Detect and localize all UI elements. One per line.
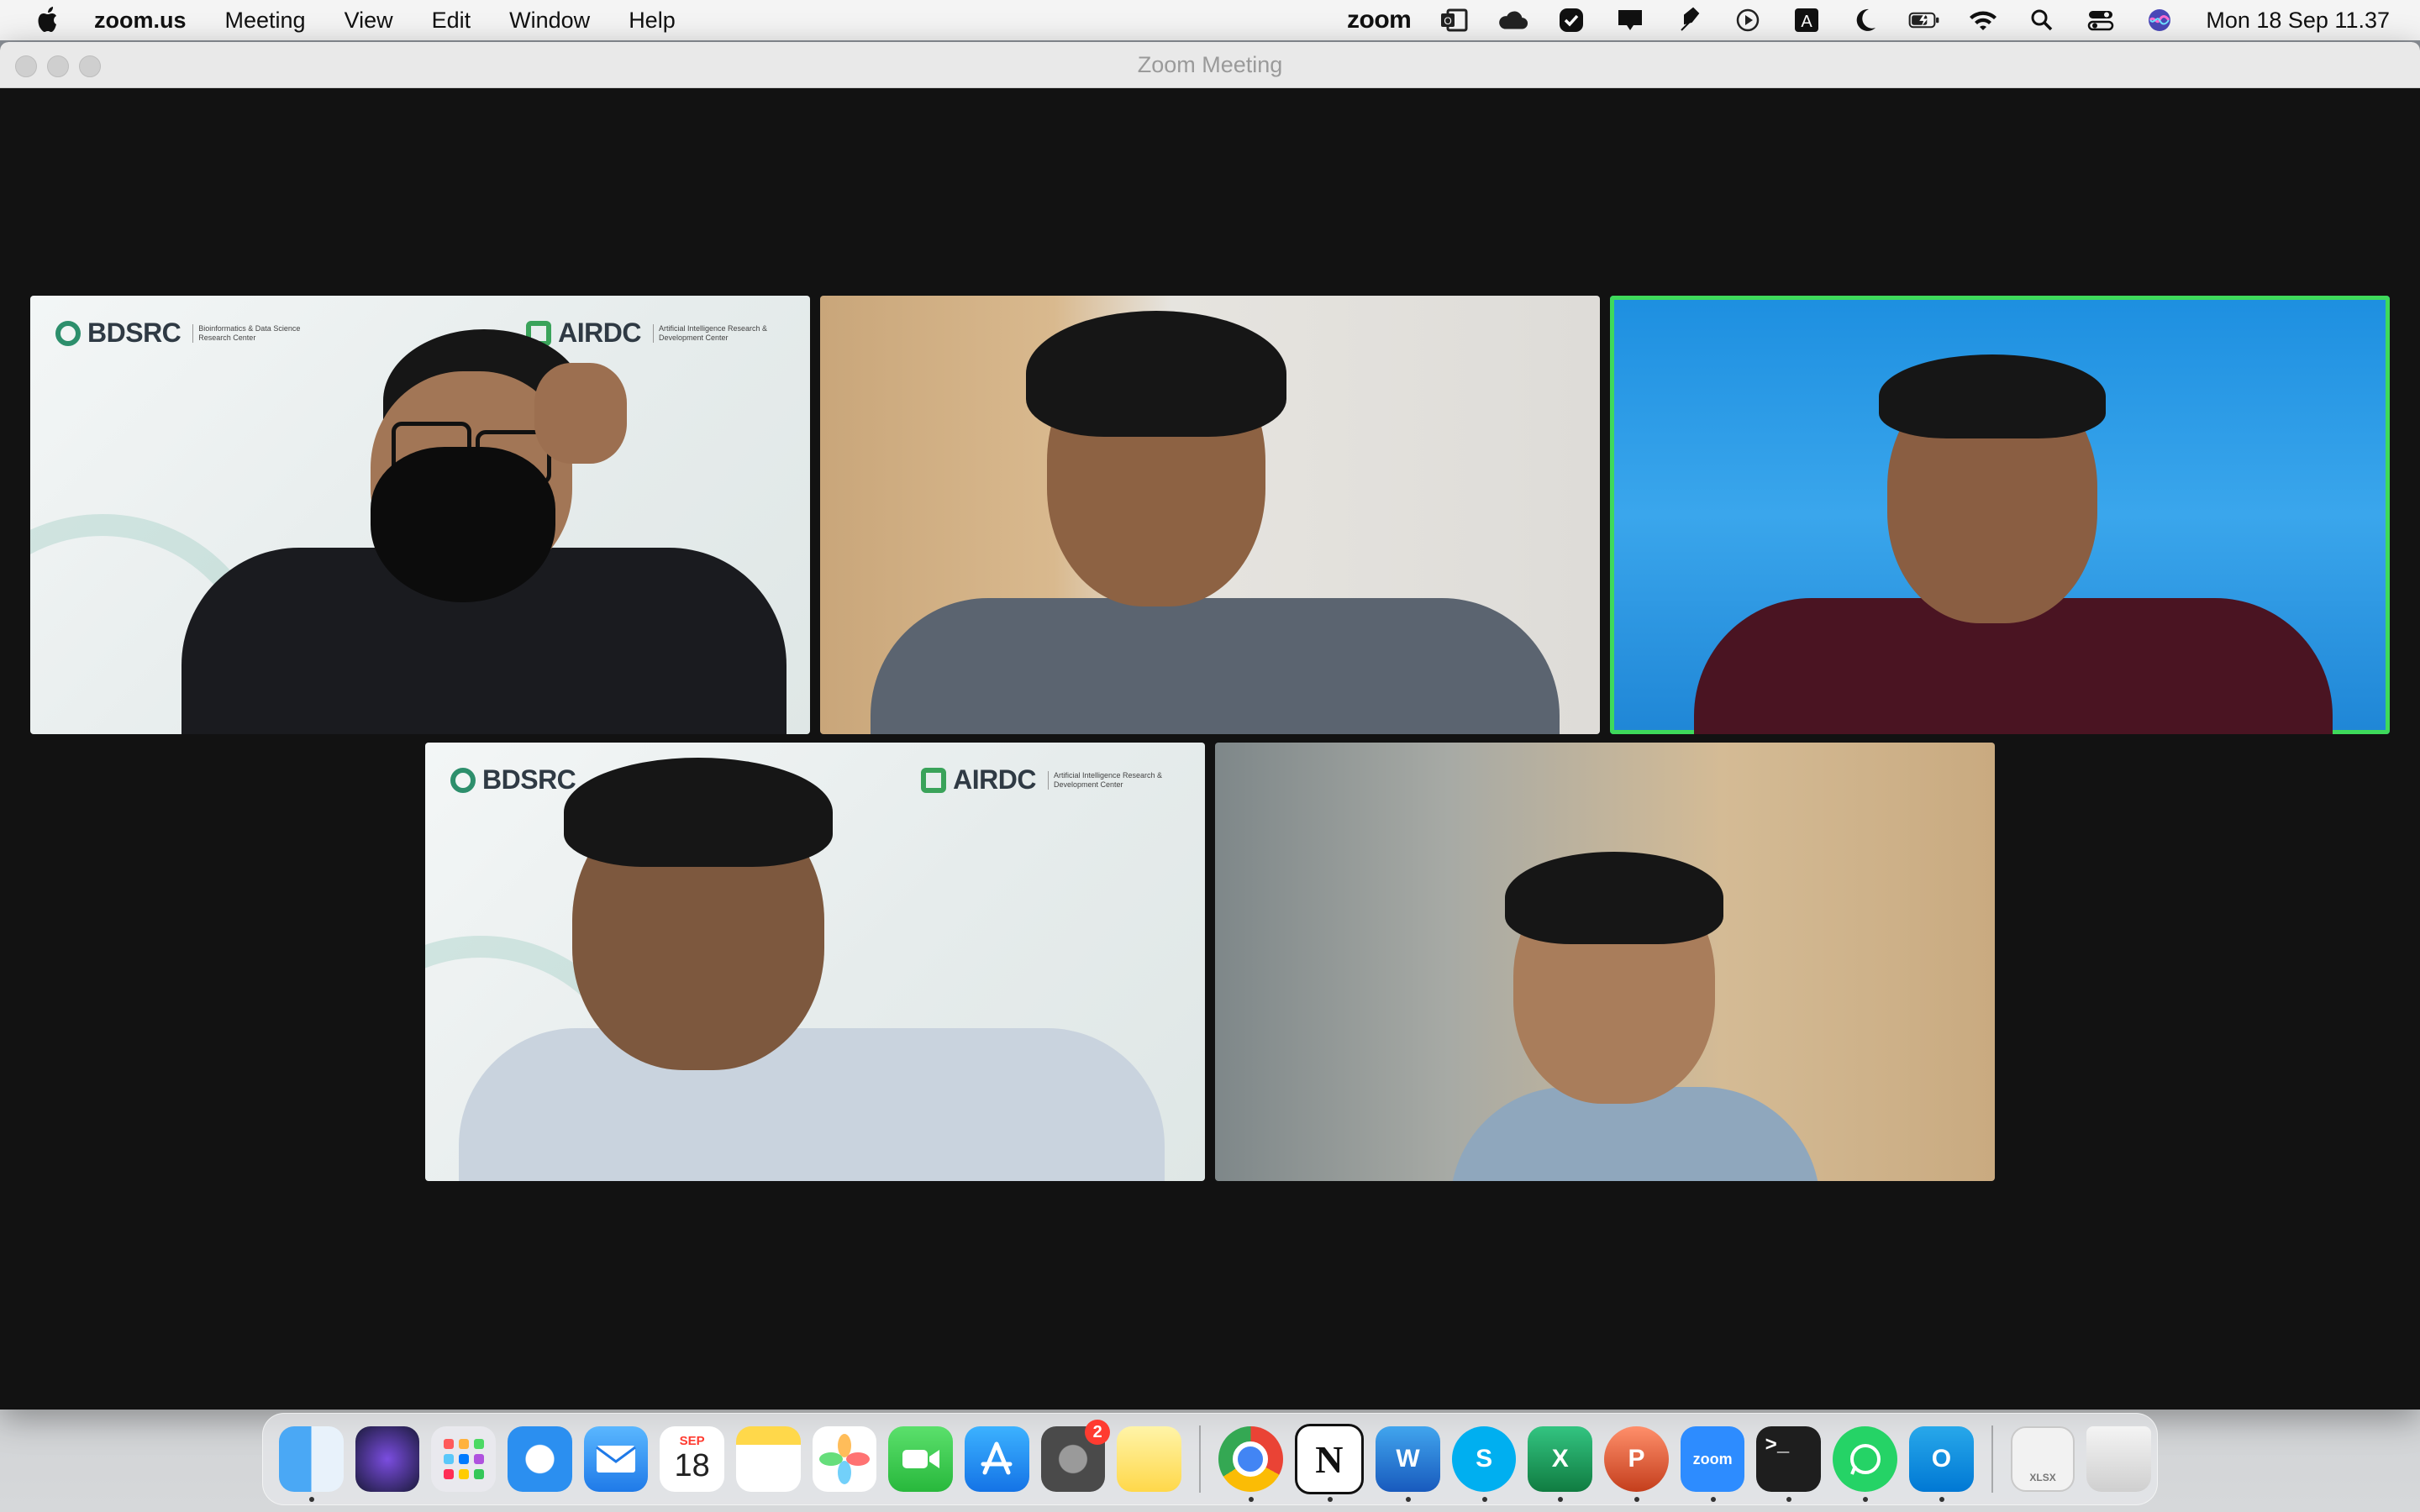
stickies-icon[interactable] (1117, 1426, 1181, 1492)
play-circle-icon[interactable] (1732, 6, 1764, 34)
mail-icon[interactable] (583, 1426, 649, 1492)
menu-bar: zoom.us Meeting View Edit Window Help zo… (0, 0, 2420, 40)
menu-help[interactable]: Help (629, 8, 676, 34)
moon-icon[interactable] (1849, 6, 1881, 34)
menu-view[interactable]: View (345, 8, 393, 34)
system-preferences-icon[interactable]: 2 (1040, 1420, 1111, 1492)
safari-icon[interactable] (507, 1426, 572, 1492)
zoom-app-icon[interactable]: zoom (1680, 1426, 1745, 1502)
zoom-status-item[interactable]: zoom (1347, 6, 1412, 34)
dock: SEP 18 2 N W S X P zoom >_ O XLSX (262, 1413, 2158, 1505)
notification-bell-icon[interactable] (1614, 6, 1646, 34)
checkmark-badge-icon[interactable] (1555, 6, 1587, 34)
notes-icon[interactable] (735, 1426, 801, 1492)
video-tile-participant-2[interactable] (820, 296, 1600, 734)
bdsrc-logo-icon (450, 767, 476, 793)
zoom-meeting-window: Zoom Meeting BDSRC Bioinformatics & Data… (0, 42, 2420, 1410)
cloud-icon[interactable] (1497, 6, 1528, 34)
powerpoint-icon[interactable]: P (1604, 1426, 1669, 1502)
menu-meeting[interactable]: Meeting (225, 8, 306, 34)
finder-icon[interactable] (279, 1426, 344, 1502)
xlsx-file-stack-icon[interactable]: XLSX (2010, 1426, 2075, 1492)
facetime-icon[interactable] (888, 1426, 953, 1492)
siri-icon[interactable] (2144, 6, 2175, 34)
feather-icon[interactable] (1673, 6, 1705, 34)
word-icon[interactable]: W (1376, 1426, 1440, 1502)
battery-icon[interactable] (1908, 6, 1940, 34)
input-source-icon[interactable]: A (1791, 6, 1823, 34)
gallery-view: BDSRC Bioinformatics & Data Science Rese… (0, 89, 2420, 1410)
app-store-icon[interactable] (964, 1426, 1029, 1492)
svg-text:O: O (1444, 15, 1452, 27)
siri-app-icon[interactable] (355, 1426, 420, 1492)
airdc-logo-icon (921, 767, 947, 793)
dock-separator (1991, 1425, 1993, 1493)
calendar-icon[interactable]: SEP 18 (660, 1426, 724, 1492)
apple-icon[interactable] (34, 5, 60, 35)
whatsapp-icon[interactable] (1833, 1426, 1898, 1502)
virtual-background-logos: BDSRC Bioinformatics & Data Science Rese… (55, 318, 785, 349)
excel-icon[interactable]: X (1528, 1426, 1593, 1502)
video-tile-participant-5[interactable] (1215, 743, 1995, 1181)
dock-separator (1198, 1425, 1201, 1493)
notion-icon[interactable]: N (1294, 1424, 1365, 1502)
video-tile-participant-1[interactable]: BDSRC Bioinformatics & Data Science Rese… (30, 296, 810, 734)
airdc-logo: AIRDC Artificial Intelligence Research &… (921, 764, 1180, 795)
window-title: Zoom Meeting (1137, 52, 1283, 77)
video-tile-participant-3-active-speaker[interactable] (1610, 296, 2390, 734)
menu-edit[interactable]: Edit (432, 8, 471, 34)
search-icon[interactable] (2026, 6, 2058, 34)
bdsrc-logo: BDSRC (450, 764, 576, 795)
outlook-status-icon[interactable]: O (1438, 6, 1470, 34)
photos-icon[interactable] (812, 1426, 877, 1492)
menu-app-name[interactable]: zoom.us (94, 8, 187, 34)
terminal-icon[interactable]: >_ (1756, 1426, 1822, 1502)
window-titlebar[interactable]: Zoom Meeting (0, 42, 2420, 88)
skype-icon[interactable]: S (1451, 1426, 1517, 1502)
bdsrc-logo-icon (55, 320, 81, 346)
airdc-logo: AIRDC Artificial Intelligence Research &… (526, 318, 785, 349)
trash-icon[interactable] (2086, 1426, 2152, 1492)
menu-window[interactable]: Window (509, 8, 590, 34)
control-center-icon[interactable] (2085, 6, 2117, 34)
chrome-icon[interactable] (1218, 1426, 1283, 1502)
video-tile-participant-4[interactable]: BDSRC AIRDC Artificial Intelligence Rese… (425, 743, 1205, 1181)
notification-badge: 2 (1085, 1420, 1111, 1445)
bdsrc-logo: BDSRC Bioinformatics & Data Science Rese… (55, 318, 324, 349)
outlook-icon[interactable]: O (1909, 1426, 1974, 1502)
svg-text:A: A (1802, 13, 1813, 31)
launchpad-icon[interactable] (431, 1426, 496, 1492)
wifi-icon[interactable] (1967, 6, 1999, 34)
menu-clock[interactable]: Mon 18 Sep 11.37 (2206, 8, 2390, 34)
